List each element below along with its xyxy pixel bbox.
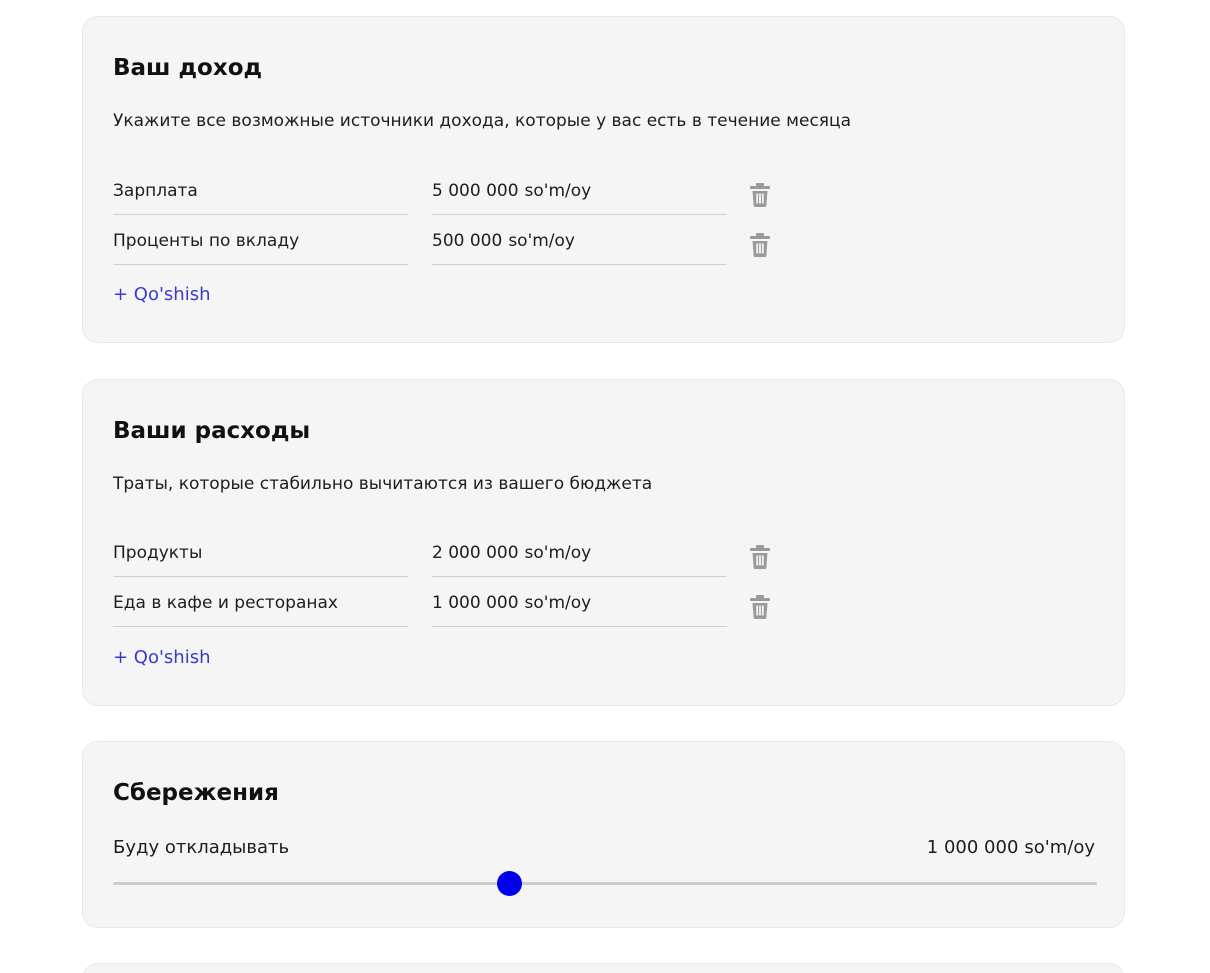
income-amount-value: 500 000 [432,231,503,251]
income-amount-field[interactable]: 500 000 so'm/oy [432,228,727,265]
savings-label: Буду откладывать [113,837,290,858]
slider-thumb[interactable] [497,871,523,896]
next-card [82,963,1125,973]
expense-row: Еда в кафе и ресторанах 1 000 000 so'm/oy [113,590,783,628]
expense-amount-field[interactable]: 1 000 000 so'm/oy [432,590,727,627]
expense-row: Продукты 2 000 000 so'm/oy [113,540,783,578]
income-name-field[interactable]: Зарплата [113,178,408,215]
expenses-card: Ваши расходы Траты, которые стабильно вы… [82,379,1125,706]
trash-icon[interactable] [749,544,771,570]
income-name-value: Зарплата [113,181,198,201]
trash-icon[interactable] [749,232,771,258]
expenses-title: Ваши расходы [113,418,311,444]
income-card: Ваш доход Укажите все возможные источник… [82,16,1125,343]
slider-track[interactable] [113,882,1097,885]
income-add-button[interactable]: + Qo'shish [113,282,211,308]
expenses-add-button[interactable]: + Qo'shish [113,645,211,671]
expense-name-value: Еда в кафе и ресторанах [113,593,338,613]
expenses-description: Траты, которые стабильно вычитаются из в… [113,474,653,494]
expense-amount-unit: so'm/oy [524,593,592,613]
expense-amount-value: 2 000 000 [432,543,519,563]
income-name-field[interactable]: Проценты по вкладу [113,228,408,265]
expense-name-field[interactable]: Продукты [113,540,408,577]
savings-amount-unit: so'm/oy [1024,837,1095,858]
expense-name-field[interactable]: Еда в кафе и ресторанах [113,590,408,627]
page: Ваш доход Укажите все возможные источник… [0,0,1210,973]
income-row: Проценты по вкладу 500 000 so'm/oy [113,228,783,266]
income-name-value: Проценты по вкладу [113,231,300,251]
savings-card: Сбережения Буду откладывать 1 000 000 so'… [82,741,1125,928]
income-description: Укажите все возможные источники дохода, … [113,111,852,131]
trash-icon[interactable] [749,182,771,208]
savings-amount: 1 000 000 so'm/oy [927,835,1095,861]
income-amount-unit: so'm/oy [508,231,575,251]
expense-amount-unit: so'm/oy [524,543,592,563]
expense-amount-field[interactable]: 2 000 000 so'm/oy [432,540,727,577]
income-amount-unit: so'm/oy [524,181,592,201]
trash-icon[interactable] [749,594,771,620]
income-title: Ваш доход [113,55,263,81]
income-row: Зарплата 5 000 000 so'm/oy [113,178,783,216]
savings-slider[interactable] [113,870,1097,896]
expense-name-value: Продукты [113,543,203,563]
savings-title: Сбережения [113,780,279,806]
savings-amount-value: 1 000 000 [926,837,1019,858]
income-amount-field[interactable]: 5 000 000 so'm/oy [432,178,727,215]
expense-amount-value: 1 000 000 [432,593,519,613]
income-amount-value: 5 000 000 [432,181,519,201]
